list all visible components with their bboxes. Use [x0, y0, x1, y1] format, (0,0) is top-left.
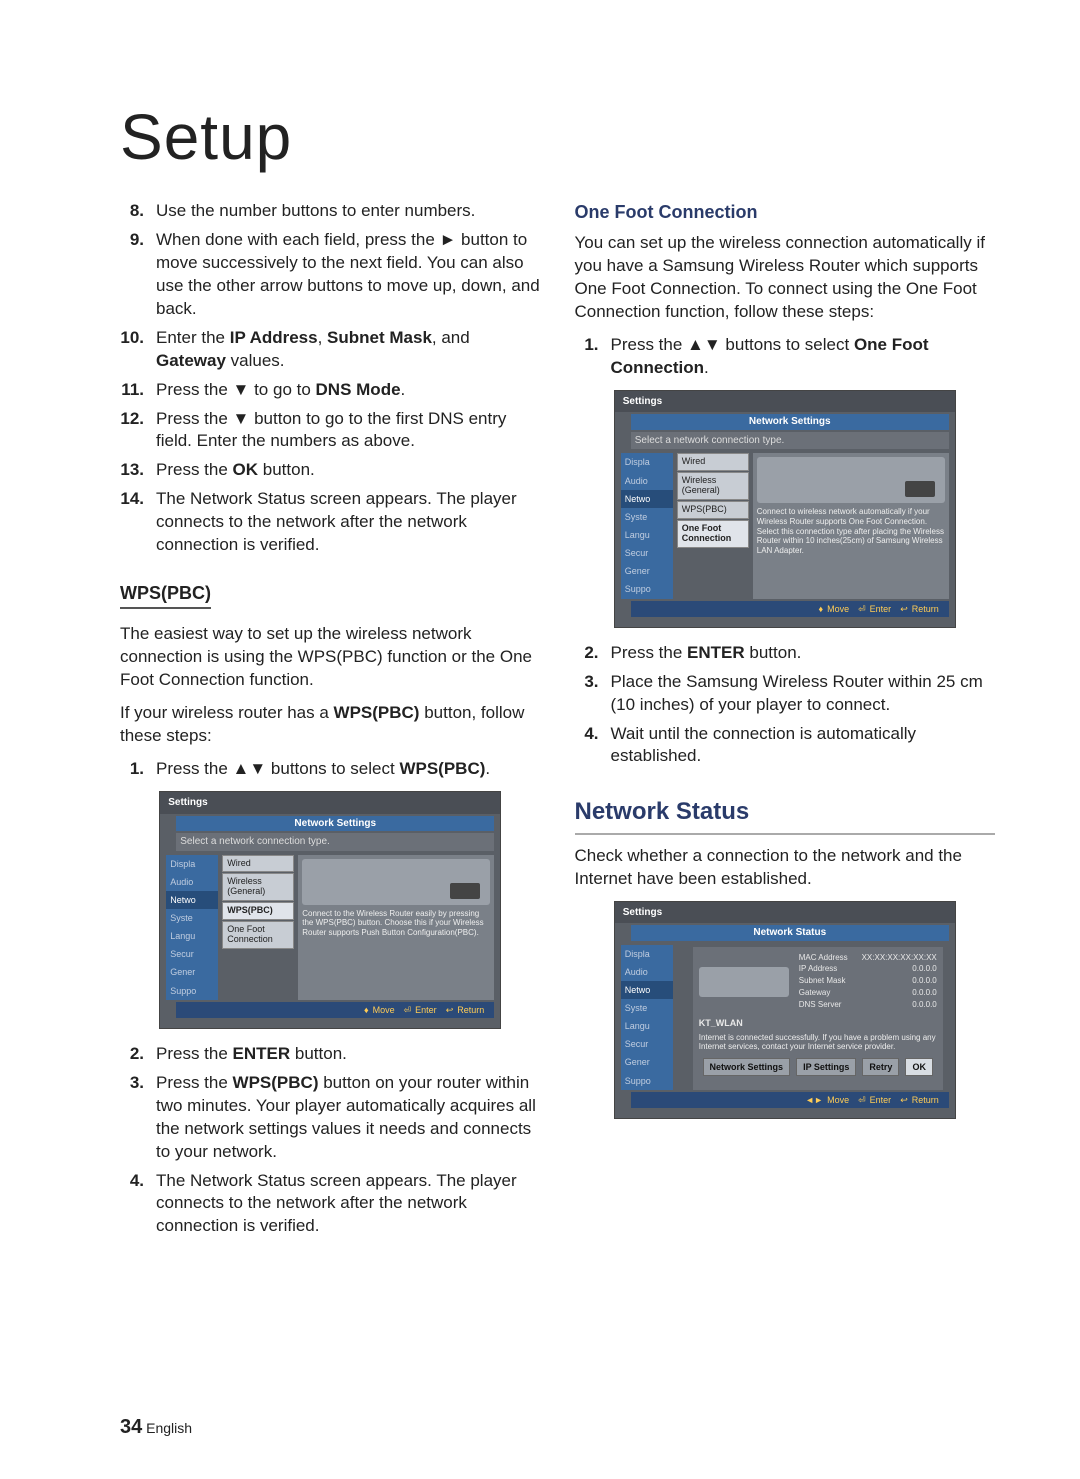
sidebar-item: Gener [621, 562, 673, 580]
wps-intro-para2: If your wireless router has a WPS(PBC) b… [120, 702, 541, 748]
sidebar-item: Syste [621, 999, 673, 1017]
option-item: Wired [222, 855, 294, 873]
sidebar-item: Gener [621, 1053, 673, 1071]
sidebar-item: Displa [166, 855, 218, 873]
dialog-button: IP Settings [796, 1058, 856, 1076]
list-item: 13.Press the OK button. [120, 459, 541, 482]
sidebar-item: Syste [621, 508, 673, 526]
page-lang: English [146, 1420, 192, 1436]
option-item: WPS(PBC) [222, 902, 294, 920]
wps-heading: WPS(PBC) [120, 581, 211, 609]
ofc-steps-2-4: 2.Press the ENTER button. 3.Place the Sam… [575, 642, 996, 769]
sidebar-item: Secur [166, 945, 218, 963]
screenshot-network-status: Settings Network Status DisplaAudioNetwo… [614, 901, 956, 1119]
list-item: 2.Press the ENTER button. [120, 1043, 541, 1066]
option-item: One Foot Connection [222, 921, 294, 949]
option-item: WPS(PBC) [677, 501, 749, 519]
sidebar-item: Secur [621, 544, 673, 562]
screenshot3-settings-label: Settings [615, 902, 955, 924]
sidebar-item: Displa [621, 945, 673, 963]
list-item: 14.The Network Status screen appears. Th… [120, 488, 541, 557]
sidebar-item: Suppo [621, 580, 673, 598]
sidebar-item: Langu [621, 1017, 673, 1035]
option-item: Wireless (General) [677, 472, 749, 500]
router-icon [302, 859, 490, 905]
screenshot2-helptext: Connect to wireless network automaticall… [757, 507, 945, 555]
right-column: One Foot Connection You can set up the w… [575, 200, 996, 1244]
sidebar-item: Audio [621, 472, 673, 490]
option-item: One Foot Connection [677, 520, 749, 548]
option-item: Wired [677, 453, 749, 471]
screenshot-select-text: Select a network connection type. [176, 833, 494, 851]
list-item: 4.The Network Status screen appears. The… [120, 1170, 541, 1239]
network-note: Internet is connected successfully. If y… [699, 1033, 937, 1052]
sidebar-item: Netwo [621, 981, 673, 999]
list-item: 10.Enter the IP Address, Subnet Mask, an… [120, 327, 541, 373]
screenshot2-sidebar: DisplaAudioNetwoSysteLanguSecurGenerSupp… [621, 453, 673, 598]
wps-step-1: 1.Press the ▲▼ buttons to select WPS(PBC… [120, 758, 541, 781]
list-item: 4.Wait until the connection is automatic… [575, 723, 996, 769]
screenshot3-sidebar: DisplaAudioNetwoSysteLanguSecurGenerSupp… [621, 945, 673, 1090]
screenshot-options: WiredWireless (General)WPS(PBC)One Foot … [222, 855, 294, 1000]
screenshot3-title: Network Status [631, 925, 949, 941]
sidebar-item: Langu [621, 526, 673, 544]
ofc-step-1: 1.Press the ▲▼ buttons to select One Foo… [575, 334, 996, 380]
router-icon [757, 457, 945, 503]
option-item: Wireless (General) [222, 873, 294, 901]
screenshot-settings-label: Settings [160, 792, 500, 814]
left-column: 8.Use the number buttons to enter number… [120, 200, 541, 1244]
steps-8-14: 8.Use the number buttons to enter number… [120, 200, 541, 557]
list-item: 12.Press the ▼ button to go to the first… [120, 408, 541, 454]
sidebar-item: Netwo [621, 490, 673, 508]
sidebar-item: Audio [621, 963, 673, 981]
wps-steps-2-4: 2.Press the ENTER button. 3.Press the WPS… [120, 1043, 541, 1239]
page-number: 34 [120, 1416, 142, 1438]
list-item: 2.Press the ENTER button. [575, 642, 996, 665]
screenshot2-footer: ♦Move ⏎Enter ↩Return [631, 601, 949, 617]
screenshot2-rightpane: Connect to wireless network automaticall… [753, 453, 949, 598]
screenshot3-footer: ◄►Move ⏎Enter ↩Return [631, 1092, 949, 1108]
sidebar-item: Suppo [166, 982, 218, 1000]
list-item: 3.Place the Samsung Wireless Router with… [575, 671, 996, 717]
network-ssid: KT_WLAN [699, 1017, 937, 1029]
screenshot-footer: ♦Move ⏎Enter ↩Return [176, 1002, 494, 1018]
page-footer: 34 English [120, 1416, 192, 1439]
sidebar-item: Audio [166, 873, 218, 891]
network-status-para: Check whether a connection to the networ… [575, 845, 996, 891]
dialog-button: OK [905, 1058, 933, 1076]
sidebar-item: Syste [166, 909, 218, 927]
ofc-intro: You can set up the wireless connection a… [575, 232, 996, 324]
ofc-heading: One Foot Connection [575, 200, 996, 224]
screenshot-helptext: Connect to the Wireless Router easily by… [302, 909, 490, 938]
screenshot-wps: Settings Network Settings Select a netwo… [159, 791, 501, 1029]
dialog-button: Retry [862, 1058, 899, 1076]
network-diagram-icon [699, 967, 789, 997]
list-item: 3.Press the WPS(PBC) button on your rout… [120, 1072, 541, 1164]
screenshot2-settings-label: Settings [615, 391, 955, 413]
screenshot2-select-text: Select a network connection type. [631, 432, 949, 450]
dialog-button: Network Settings [703, 1058, 791, 1076]
sidebar-item: Langu [166, 927, 218, 945]
wps-intro-para1: The easiest way to set up the wireless n… [120, 623, 541, 692]
screenshot2-options: WiredWireless (General)WPS(PBC)One Foot … [677, 453, 749, 598]
network-status-heading: Network Status [575, 796, 996, 834]
sidebar-item: Suppo [621, 1072, 673, 1090]
screenshot-onefoot: Settings Network Settings Select a netwo… [614, 390, 956, 628]
list-item: 8.Use the number buttons to enter number… [120, 200, 541, 223]
screenshot2-netset-label: Network Settings [631, 414, 949, 430]
page-title: Setup [120, 100, 995, 174]
list-item: 9.When done with each field, press the ►… [120, 229, 541, 321]
network-kv-list: MAC AddressXX:XX:XX:XX:XX:XXIP Address0.… [799, 953, 937, 1011]
screenshot-sidebar: DisplaAudioNetwoSysteLanguSecurGenerSupp… [166, 855, 218, 1000]
screenshot-netset-label: Network Settings [176, 816, 494, 832]
sidebar-item: Gener [166, 963, 218, 981]
sidebar-item: Secur [621, 1035, 673, 1053]
screenshot-rightpane: Connect to the Wireless Router easily by… [298, 855, 494, 1000]
network-buttons: Network Settings IP Settings Retry OK [699, 1058, 937, 1076]
sidebar-item: Netwo [166, 891, 218, 909]
sidebar-item: Displa [621, 453, 673, 471]
list-item: 11.Press the ▼ to go to DNS Mode. [120, 379, 541, 402]
